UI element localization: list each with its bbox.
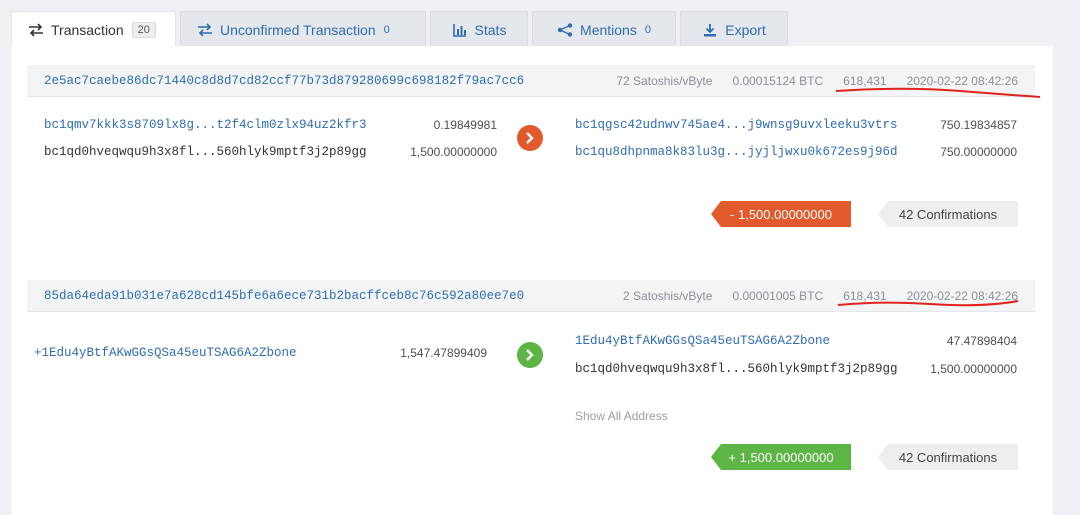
input-address[interactable]: +1Edu4yBtfAKwGGsQSa45euTSAG6A2Zbone	[34, 346, 297, 360]
transaction-time: 2020-02-22 08:42:26	[906, 73, 1018, 88]
tab-export-label: Export	[725, 21, 766, 38]
bar-chart-icon	[452, 22, 468, 38]
input-amount: 0.19849981	[433, 118, 497, 132]
transaction-card: 85da64eda91b031e7a628cd145bfe6a6ece731b2…	[27, 280, 1035, 500]
share-icon	[557, 22, 573, 38]
tab-stats-label: Stats	[474, 21, 507, 38]
net-amount-badge: - 1,500.00000000	[711, 201, 851, 227]
outgoing-arrow-icon	[517, 125, 543, 151]
transaction-header: 2e5ac7caebe86dc71440c8d8d7cd82ccf77b73d8…	[27, 65, 1035, 97]
tab-transaction-count: 20	[131, 21, 156, 38]
output-amount: 47.47898404	[946, 334, 1017, 348]
net-amount-badge: + 1,500.00000000	[711, 444, 851, 470]
tab-mentions[interactable]: Mentions 0	[532, 11, 676, 47]
tab-stats[interactable]: Stats	[430, 11, 528, 47]
tab-unconfirmed-label: Unconfirmed Transaction	[220, 21, 376, 38]
output-amount: 750.19834857	[940, 118, 1017, 132]
fee-amount: 0.00001005 BTC	[732, 288, 824, 303]
incoming-arrow-icon	[517, 342, 543, 368]
input-amount: 1,547.47899409	[400, 346, 487, 360]
input-amount: 1,500.00000000	[410, 145, 497, 159]
transaction-panel: 2e5ac7caebe86dc71440c8d8d7cd82ccf77b73d8…	[11, 46, 1053, 515]
transaction-hash-link[interactable]: 85da64eda91b031e7a628cd145bfe6a6ece731b2…	[44, 289, 524, 303]
tab-bar: Transaction 20 Unconfirmed Transaction 0…	[11, 11, 788, 47]
output-address[interactable]: bc1qgsc42udnwv745ae4...j9wnsg9uvxleeku3v…	[575, 118, 898, 132]
swap-arrows-icon	[28, 22, 44, 38]
transaction-meta: 2 Satoshis/vByte 0.00001005 BTC 618,431 …	[623, 289, 1018, 303]
block-height: 618,431	[843, 288, 887, 303]
confirmations-badge: 42 Confirmations	[878, 444, 1018, 470]
input-address[interactable]: bc1qmv7kkk3s8709lx8g...t2f4clm0zlx94uz2k…	[44, 118, 367, 132]
transaction-hash-link[interactable]: 2e5ac7caebe86dc71440c8d8d7cd82ccf77b73d8…	[44, 74, 524, 88]
fee-amount: 0.00015124 BTC	[732, 73, 824, 88]
download-icon	[702, 22, 718, 38]
output-amount: 1,500.00000000	[930, 362, 1017, 376]
tab-unconfirmed-transaction[interactable]: Unconfirmed Transaction 0	[180, 11, 426, 47]
output-amount: 750.00000000	[940, 145, 1017, 159]
tab-mentions-label: Mentions	[580, 21, 637, 38]
fee-rate: 72 Satoshis/vByte	[616, 73, 713, 88]
tab-mentions-count: 0	[644, 23, 651, 36]
input-address: bc1qd0hveqwqu9h3x8fl...560hlyk9mptf3j2p8…	[44, 145, 367, 159]
output-address[interactable]: 1Edu4yBtfAKwGGsQSa45euTSAG6A2Zbone	[575, 334, 830, 348]
tab-transaction-label: Transaction	[51, 21, 124, 38]
tab-transaction[interactable]: Transaction 20	[11, 11, 176, 47]
swap-arrows-icon	[197, 22, 213, 38]
tab-export[interactable]: Export	[680, 11, 788, 47]
output-address[interactable]: bc1qu8dhpnma8k83lu3g...jyjljwxu0k672es9j…	[575, 145, 898, 159]
block-height: 618,431	[843, 73, 887, 88]
transaction-header: 85da64eda91b031e7a628cd145bfe6a6ece731b2…	[27, 280, 1035, 312]
transaction-time: 2020-02-22 08:42:26	[906, 288, 1018, 303]
transaction-card: 2e5ac7caebe86dc71440c8d8d7cd82ccf77b73d8…	[27, 65, 1035, 265]
show-all-address-link[interactable]: Show All Address	[575, 409, 668, 423]
transaction-meta: 72 Satoshis/vByte 0.00015124 BTC 618,431…	[616, 74, 1018, 88]
fee-rate: 2 Satoshis/vByte	[623, 288, 713, 303]
confirmations-badge: 42 Confirmations	[878, 201, 1018, 227]
tab-unconfirmed-count: 0	[383, 23, 390, 36]
output-address: bc1qd0hveqwqu9h3x8fl...560hlyk9mptf3j2p8…	[575, 362, 898, 376]
